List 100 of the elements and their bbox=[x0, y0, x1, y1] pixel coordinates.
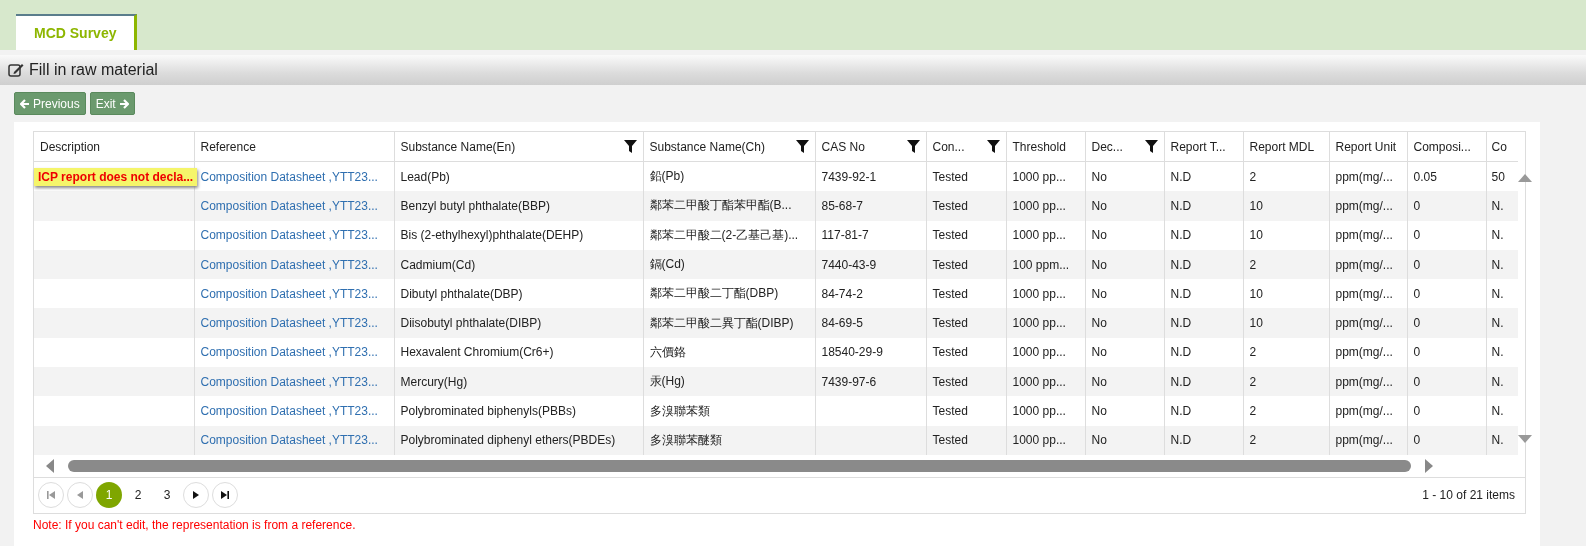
table-cell: N.D bbox=[1170, 257, 1192, 272]
arrow-left-icon bbox=[20, 98, 30, 109]
table-cell: 鄰苯二甲酸二異丁酯(DIBP) bbox=[649, 315, 794, 330]
table-cell: Tested bbox=[932, 257, 968, 272]
table-cell: 0 bbox=[1413, 286, 1421, 301]
filter-icon[interactable] bbox=[623, 140, 637, 153]
table-cell: N.D bbox=[1170, 169, 1192, 184]
table-cell: Tested bbox=[932, 286, 968, 301]
table-cell: N.D bbox=[1170, 345, 1192, 360]
column-header[interactable]: Substance Name(En) bbox=[394, 132, 643, 162]
filter-icon[interactable] bbox=[795, 140, 809, 153]
table-cell: ppm(mg/... bbox=[1335, 404, 1393, 418]
column-header[interactable]: Reference bbox=[194, 132, 394, 162]
scroll-down-icon[interactable] bbox=[1518, 434, 1532, 443]
next-page-button[interactable] bbox=[183, 482, 209, 509]
reference-link[interactable]: Composition Datasheet ,YTT23... bbox=[200, 404, 378, 418]
prev-icon bbox=[75, 490, 85, 501]
table-cell: N.D bbox=[1170, 404, 1192, 418]
column-header[interactable]: Composi... bbox=[1407, 132, 1486, 162]
reference-link[interactable]: Composition Datasheet ,YTT23... bbox=[200, 345, 378, 360]
table-cell: 10 bbox=[1249, 316, 1263, 331]
table-cell: Benzyl butyl phthalate(BBP) bbox=[400, 198, 550, 213]
table-cell: Mercury(Hg) bbox=[400, 374, 468, 389]
table-cell: 84-74-2 bbox=[821, 286, 863, 301]
next-icon bbox=[191, 490, 201, 501]
table-cell: No bbox=[1091, 228, 1107, 243]
column-header[interactable]: Description bbox=[34, 132, 194, 162]
column-header[interactable]: Con... bbox=[926, 132, 1006, 162]
table-cell: 7440-43-9 bbox=[821, 257, 877, 272]
table-cell: N. bbox=[1491, 228, 1504, 243]
table-cell: Diisobutyl phthalate(DIBP) bbox=[400, 316, 542, 331]
table-cell: 2 bbox=[1249, 374, 1257, 389]
column-header[interactable]: Co bbox=[1486, 132, 1518, 162]
table-cell: Tested bbox=[932, 198, 968, 213]
table-cell: No bbox=[1091, 198, 1107, 213]
reference-link[interactable]: Composition Datasheet ,YTT23... bbox=[200, 169, 378, 184]
table-cell: N.D bbox=[1170, 374, 1192, 389]
table-cell: 84-69-5 bbox=[821, 316, 863, 331]
column-header[interactable]: CAS No bbox=[815, 132, 926, 162]
filter-icon[interactable] bbox=[906, 140, 920, 153]
table-cell: Tested bbox=[932, 169, 968, 184]
table-cell: 六價鉻 bbox=[649, 344, 686, 359]
section-title: Fill in raw material bbox=[29, 61, 158, 79]
scroll-right-icon[interactable] bbox=[1425, 458, 1433, 473]
table-cell: 7439-97-6 bbox=[821, 374, 877, 389]
table-cell: N. bbox=[1491, 286, 1504, 301]
table-cell: 1000 pp... bbox=[1012, 345, 1066, 360]
reference-link[interactable]: Composition Datasheet ,YTT23... bbox=[200, 228, 378, 243]
scroll-left-icon[interactable] bbox=[46, 458, 54, 473]
column-header[interactable]: Threshold bbox=[1006, 132, 1085, 162]
column-header[interactable]: Dec... bbox=[1085, 132, 1164, 162]
table-cell: 1000 pp... bbox=[1012, 433, 1066, 448]
table-cell: 1000 pp... bbox=[1012, 228, 1066, 243]
scroll-up-icon[interactable] bbox=[1518, 174, 1532, 182]
table-cell: No bbox=[1091, 257, 1107, 272]
table-cell: No bbox=[1091, 345, 1107, 360]
first-icon bbox=[46, 490, 56, 501]
table-cell: ppm(mg/... bbox=[1335, 345, 1393, 360]
edit-icon bbox=[8, 63, 24, 77]
table-cell: 10 bbox=[1249, 198, 1263, 213]
scrollbar-thumb[interactable] bbox=[68, 459, 1411, 472]
table-cell: N.D bbox=[1170, 316, 1192, 331]
last-page-button[interactable] bbox=[212, 482, 238, 509]
table-cell: 1000 pp... bbox=[1012, 198, 1066, 213]
page-button[interactable]: 3 bbox=[154, 482, 180, 509]
table-cell: Tested bbox=[932, 345, 968, 360]
column-header[interactable]: Substance Name(Ch) bbox=[643, 132, 815, 162]
column-header[interactable]: Report Unit bbox=[1329, 132, 1407, 162]
column-header[interactable]: Report MDL bbox=[1243, 132, 1329, 162]
table-cell: 0 bbox=[1413, 404, 1421, 418]
table-cell: 2 bbox=[1249, 257, 1257, 272]
arrow-right-icon bbox=[118, 98, 129, 109]
table-cell: Tested bbox=[932, 374, 968, 389]
table-cell: 2 bbox=[1249, 433, 1257, 448]
table-cell: Tested bbox=[932, 316, 968, 331]
table-cell: 0 bbox=[1413, 316, 1421, 331]
table-cell: 7439-92-1 bbox=[821, 169, 877, 184]
table-cell: 10 bbox=[1249, 286, 1263, 301]
table-cell: Cadmium(Cd) bbox=[400, 257, 476, 272]
column-header[interactable]: Report T... bbox=[1164, 132, 1243, 162]
table-cell: No bbox=[1091, 316, 1107, 331]
table-cell: 多溴聯苯醚類 bbox=[649, 432, 722, 447]
table-cell: 1000 pp... bbox=[1012, 286, 1066, 301]
table-cell: 85-68-7 bbox=[821, 198, 863, 213]
reference-link[interactable]: Composition Datasheet ,YTT23... bbox=[200, 286, 378, 301]
table-cell: 鎘(Cd) bbox=[649, 257, 685, 272]
table-cell: 1000 pp... bbox=[1012, 404, 1066, 418]
table-cell: 0.05 bbox=[1413, 169, 1437, 184]
filter-icon[interactable] bbox=[1144, 140, 1158, 153]
table-cell: No bbox=[1091, 374, 1107, 389]
page-button[interactable]: 2 bbox=[125, 482, 151, 509]
table-cell: ppm(mg/... bbox=[1335, 286, 1393, 301]
table-cell: Dibutyl phthalate(DBP) bbox=[400, 286, 523, 301]
table-cell: 0 bbox=[1413, 198, 1421, 213]
filter-icon[interactable] bbox=[986, 140, 1000, 153]
table-cell: 鄰苯二甲酸二丁酯(DBP) bbox=[649, 286, 779, 301]
table-cell: 100 ppm... bbox=[1012, 257, 1070, 272]
last-icon bbox=[220, 490, 230, 501]
table-cell: N.D bbox=[1170, 198, 1192, 213]
table-cell: 0 bbox=[1413, 228, 1421, 243]
